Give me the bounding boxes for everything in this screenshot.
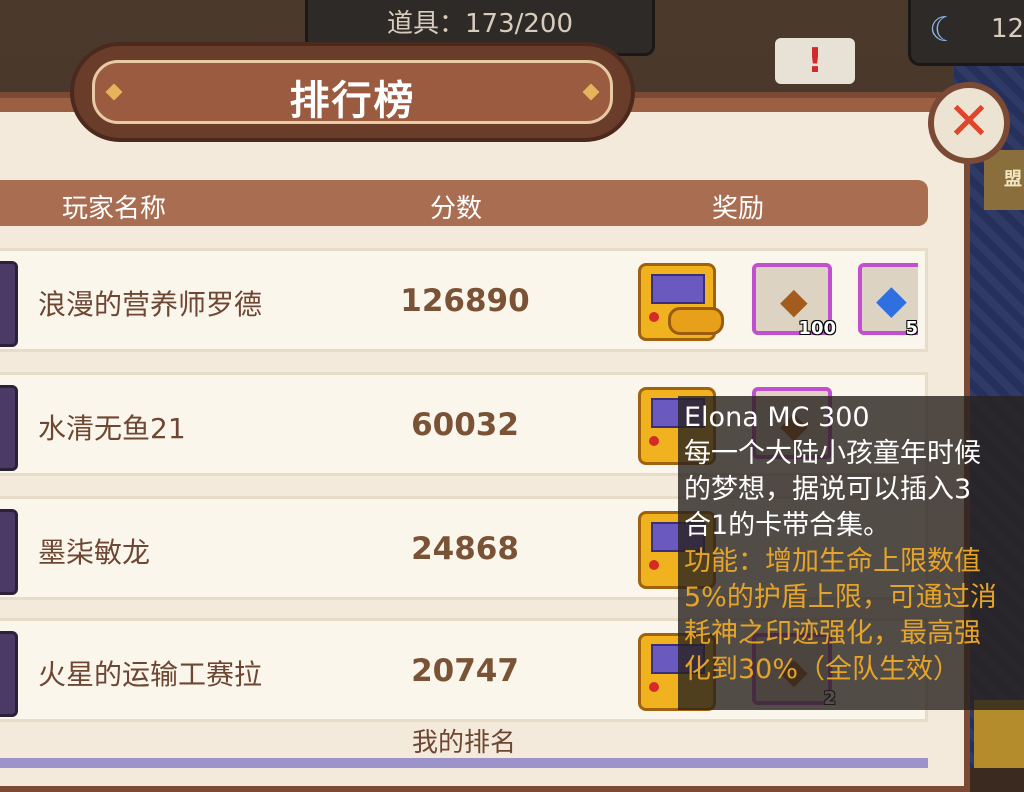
player-score: 126890	[400, 283, 530, 319]
tooltip-function-line: 化到30%（全队生效）	[684, 654, 961, 685]
header-player-name: 玩家名称	[62, 194, 167, 224]
reward-quantity: 5	[905, 318, 918, 339]
player-score: 20747	[411, 653, 519, 689]
player-name: 墨柒敏龙	[38, 536, 151, 569]
reward-quantity: 100	[798, 318, 836, 339]
table-header: 玩家名称 分数 奖励	[0, 180, 928, 226]
avatar	[0, 631, 18, 717]
moon-icon: ☾	[929, 10, 960, 50]
avatar	[0, 261, 18, 347]
player-score: 24868	[411, 531, 519, 567]
tooltip-function-line: 5%的护盾上限，可通过消	[684, 582, 997, 613]
tooltip-description-line: 每一个大陆小孩童年时候	[684, 438, 981, 469]
close-icon: ✕	[947, 92, 991, 152]
my-rank-label: 我的排名	[411, 728, 516, 758]
close-button[interactable]: ✕	[928, 82, 1010, 164]
ore-icon: ◆	[780, 281, 808, 322]
player-name: 火星的运输工赛拉	[38, 658, 263, 691]
avatar	[0, 385, 18, 471]
player-name: 浪漫的营养师罗德	[38, 288, 263, 321]
tooltip-description-line: 合1的卡带合集。	[684, 510, 891, 541]
header-reward: 奖励	[712, 194, 765, 224]
reward-ore[interactable]: ◆ 100	[752, 263, 840, 349]
alert-button[interactable]: !	[775, 38, 855, 84]
reward-cartridge[interactable]	[638, 263, 726, 349]
map-side-label: 盟	[1004, 169, 1022, 190]
moon-value: 12	[991, 14, 1024, 44]
header-score: 分数	[430, 194, 483, 224]
avatar	[0, 509, 18, 595]
title-banner: 排行榜	[70, 42, 635, 142]
tooltip-title: Elona MC 300	[684, 402, 870, 433]
gem-icon: ◆	[876, 277, 907, 323]
item-tooltip: Elona MC 300 每一个大陆小孩童年时候 的梦想，据说可以插入3 合1的…	[678, 396, 1024, 710]
player-name: 水清无鱼21	[38, 412, 186, 445]
gamepad-icon	[668, 307, 724, 335]
page-title: 排行榜	[289, 78, 416, 124]
player-score: 60032	[411, 407, 519, 443]
map-tile	[974, 700, 1024, 768]
tooltip-function-line: 功能：增加生命上限数值	[684, 546, 981, 577]
tooltip-description-line: 的梦想，据说可以插入3	[684, 474, 972, 505]
table-row[interactable]: 浪漫的营养师罗德 126890 ◆ 100 ◆ 5	[0, 248, 928, 352]
moon-currency-box: ☾ 12	[908, 0, 1024, 66]
my-rank-bar[interactable]	[0, 758, 928, 768]
reward-gem[interactable]: ◆ 5	[858, 263, 918, 349]
tooltip-function-line: 耗神之印迹强化，最高强	[684, 618, 981, 649]
